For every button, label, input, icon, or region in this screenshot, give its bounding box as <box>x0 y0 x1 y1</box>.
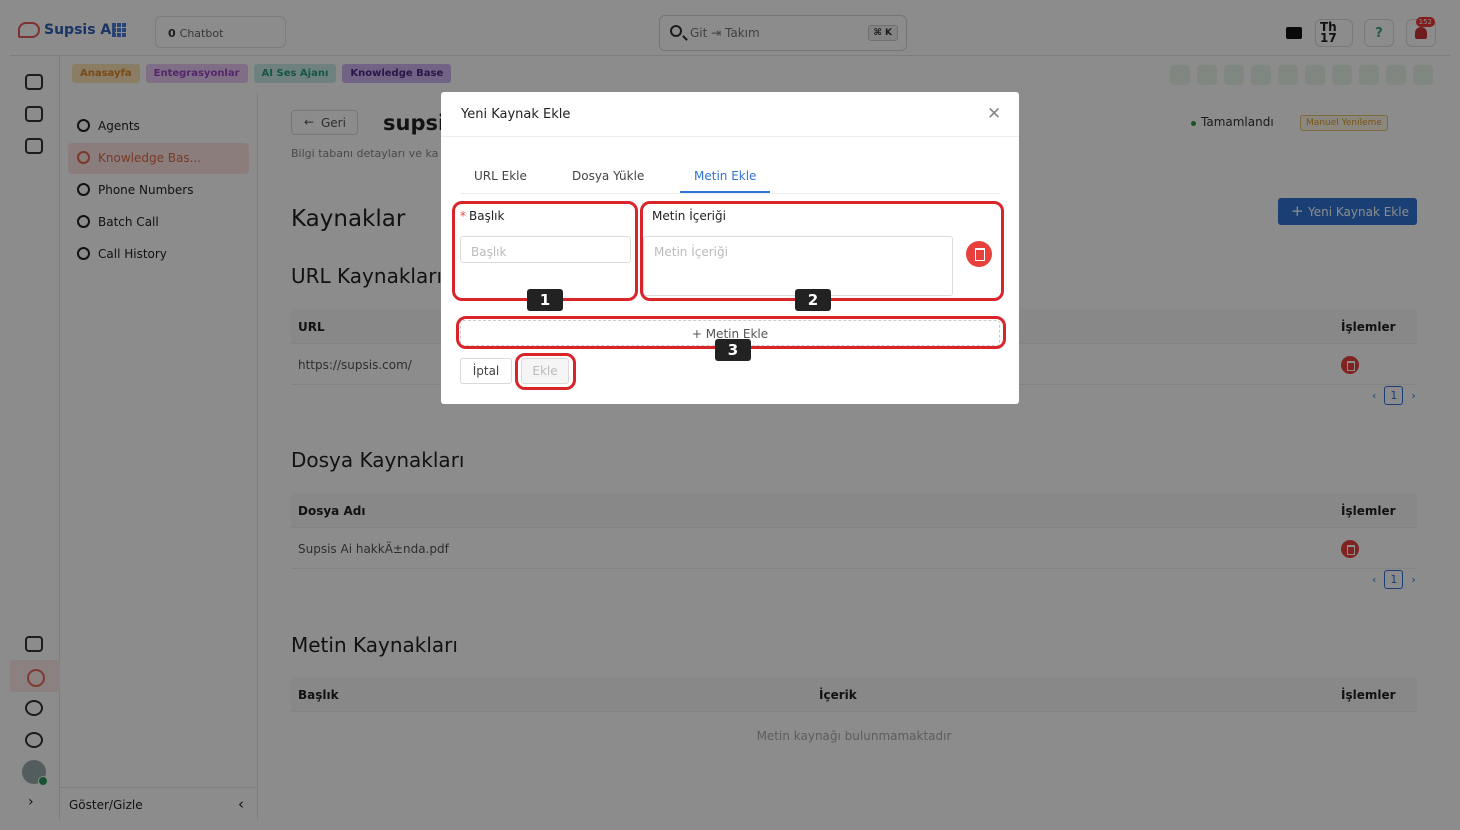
tab-file[interactable]: Dosya Yükle <box>572 169 644 183</box>
close-icon[interactable]: ✕ <box>987 104 1001 124</box>
annotation-number-2: 2 <box>795 289 831 311</box>
annotation-number-3: 3 <box>715 339 751 361</box>
annotation-number-1: 1 <box>527 289 563 311</box>
modal-tabs: URL Ekle Dosya Yükle Metin Ekle <box>460 169 1000 194</box>
tab-text[interactable]: Metin Ekle <box>680 169 771 193</box>
annotation-box-submit <box>515 353 576 390</box>
divider <box>441 136 1019 137</box>
cancel-button[interactable]: İptal <box>460 358 512 384</box>
modal-title: Yeni Kaynak Ekle <box>461 107 571 122</box>
annotation-box-1 <box>452 201 638 301</box>
tab-url[interactable]: URL Ekle <box>474 169 527 183</box>
annotation-box-2 <box>640 201 1004 301</box>
